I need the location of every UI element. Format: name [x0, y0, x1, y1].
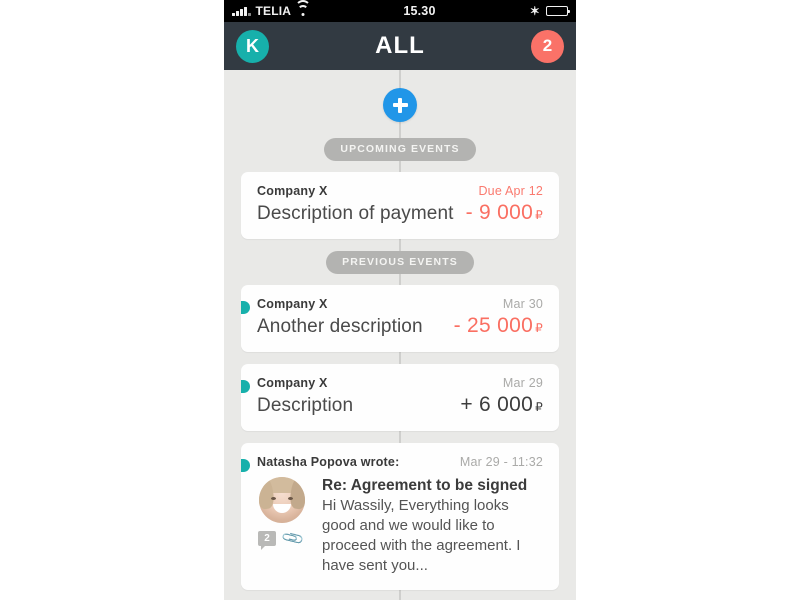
- wifi-icon: [294, 0, 311, 16]
- message-content: Re: Agreement to be signed Hi Wassily, E…: [322, 477, 543, 576]
- card-amount-value: - 25 000: [453, 314, 534, 337]
- status-bar-right: ✶: [529, 4, 571, 18]
- battery-icon: [546, 6, 571, 16]
- message-subject: Re: Agreement to be signed: [322, 477, 528, 494]
- status-bar: TELIA 15.30 ✶: [224, 0, 576, 22]
- card-currency-symbol: ₽: [535, 208, 543, 222]
- comment-bubble-icon[interactable]: 2: [258, 531, 276, 550]
- section-header-upcoming: UPCOMING EVENTS: [241, 138, 559, 161]
- card-amount-value: - 9 000: [465, 201, 534, 224]
- unread-marker-icon: [241, 380, 250, 393]
- comment-count-label: 2: [264, 533, 270, 544]
- unread-marker-icon: [241, 301, 250, 314]
- add-event-row: [241, 70, 559, 136]
- event-card-payment[interactable]: Company X Mar 30 Another description - 2…: [241, 285, 559, 352]
- avatar: [259, 477, 305, 523]
- card-amount-value: + 6 000: [460, 393, 534, 416]
- event-card-payment[interactable]: Company X Mar 29 Description + 6 000 ₽: [241, 364, 559, 431]
- navigation-bar: K ALL 2: [224, 22, 576, 70]
- section-pill-label: PREVIOUS EVENTS: [326, 251, 474, 274]
- message-timestamp: Mar 29 - 11:32: [459, 455, 543, 469]
- phone-screen: TELIA 15.30 ✶ K ALL 2 UPCOMING EVENTS Co…: [224, 0, 576, 600]
- card-date: Mar 30: [502, 297, 543, 311]
- message-author: Natasha Popova wrote:: [257, 455, 400, 469]
- profile-avatar-button[interactable]: K: [236, 29, 269, 63]
- add-event-button[interactable]: [383, 88, 417, 122]
- message-header: Natasha Popova wrote: Mar 29 - 11:32: [257, 455, 543, 469]
- event-feed[interactable]: UPCOMING EVENTS Company X Due Apr 12 Des…: [224, 70, 576, 600]
- event-card-payment[interactable]: Company X Due Apr 12 Description of paym…: [241, 172, 559, 239]
- message-meta-row: 2 📎: [258, 526, 309, 551]
- card-company: Company X: [257, 297, 328, 311]
- card-amount: - 9 000 ₽: [466, 201, 543, 225]
- screenshot-canvas: TELIA 15.30 ✶ K ALL 2 UPCOMING EVENTS Co…: [0, 0, 800, 600]
- bluetooth-icon: ✶: [529, 4, 540, 18]
- message-preview: Hi Wassily, Everything looks good and we…: [322, 497, 521, 574]
- notification-count-label: 2: [542, 36, 553, 55]
- event-card-message[interactable]: Natasha Popova wrote: Mar 29 - 11:32 2 📎…: [241, 443, 559, 590]
- card-body: Another description - 25 000 ₽: [257, 314, 543, 338]
- card-date: Mar 29: [502, 376, 543, 390]
- unread-marker-icon: [241, 459, 250, 472]
- message-body: 2 📎 Re: Agreement to be signed Hi Wassil…: [257, 477, 543, 576]
- notification-count-button[interactable]: 2: [531, 29, 564, 63]
- page-title: ALL: [375, 32, 425, 59]
- section-header-previous: PREVIOUS EVENTS: [241, 251, 559, 274]
- card-currency-symbol: ₽: [535, 321, 543, 335]
- card-company: Company X: [257, 376, 328, 390]
- card-body: Description of payment - 9 000 ₽: [257, 201, 543, 225]
- card-header: Company X Mar 29: [257, 376, 543, 390]
- section-pill-label: UPCOMING EVENTS: [324, 138, 476, 161]
- card-amount: - 25 000 ₽: [454, 314, 543, 338]
- signal-bars-icon: [232, 6, 251, 16]
- profile-initial: K: [246, 35, 259, 56]
- card-description: Another description: [257, 316, 423, 337]
- status-bar-left: TELIA: [232, 0, 311, 18]
- message-side-column: 2 📎: [257, 477, 309, 576]
- card-amount: + 6 000 ₽: [460, 393, 543, 417]
- paperclip-icon[interactable]: 📎: [281, 526, 306, 551]
- card-header: Company X Due Apr 12: [257, 184, 543, 198]
- card-company: Company X: [257, 184, 328, 198]
- card-description: Description: [257, 395, 354, 416]
- card-body: Description + 6 000 ₽: [257, 393, 543, 417]
- card-due-date: Due Apr 12: [478, 184, 543, 198]
- card-header: Company X Mar 30: [257, 297, 543, 311]
- card-currency-symbol: ₽: [535, 400, 543, 414]
- card-description: Description of payment: [257, 203, 454, 224]
- carrier-label: TELIA: [255, 4, 292, 18]
- status-bar-clock: 15.30: [403, 4, 436, 18]
